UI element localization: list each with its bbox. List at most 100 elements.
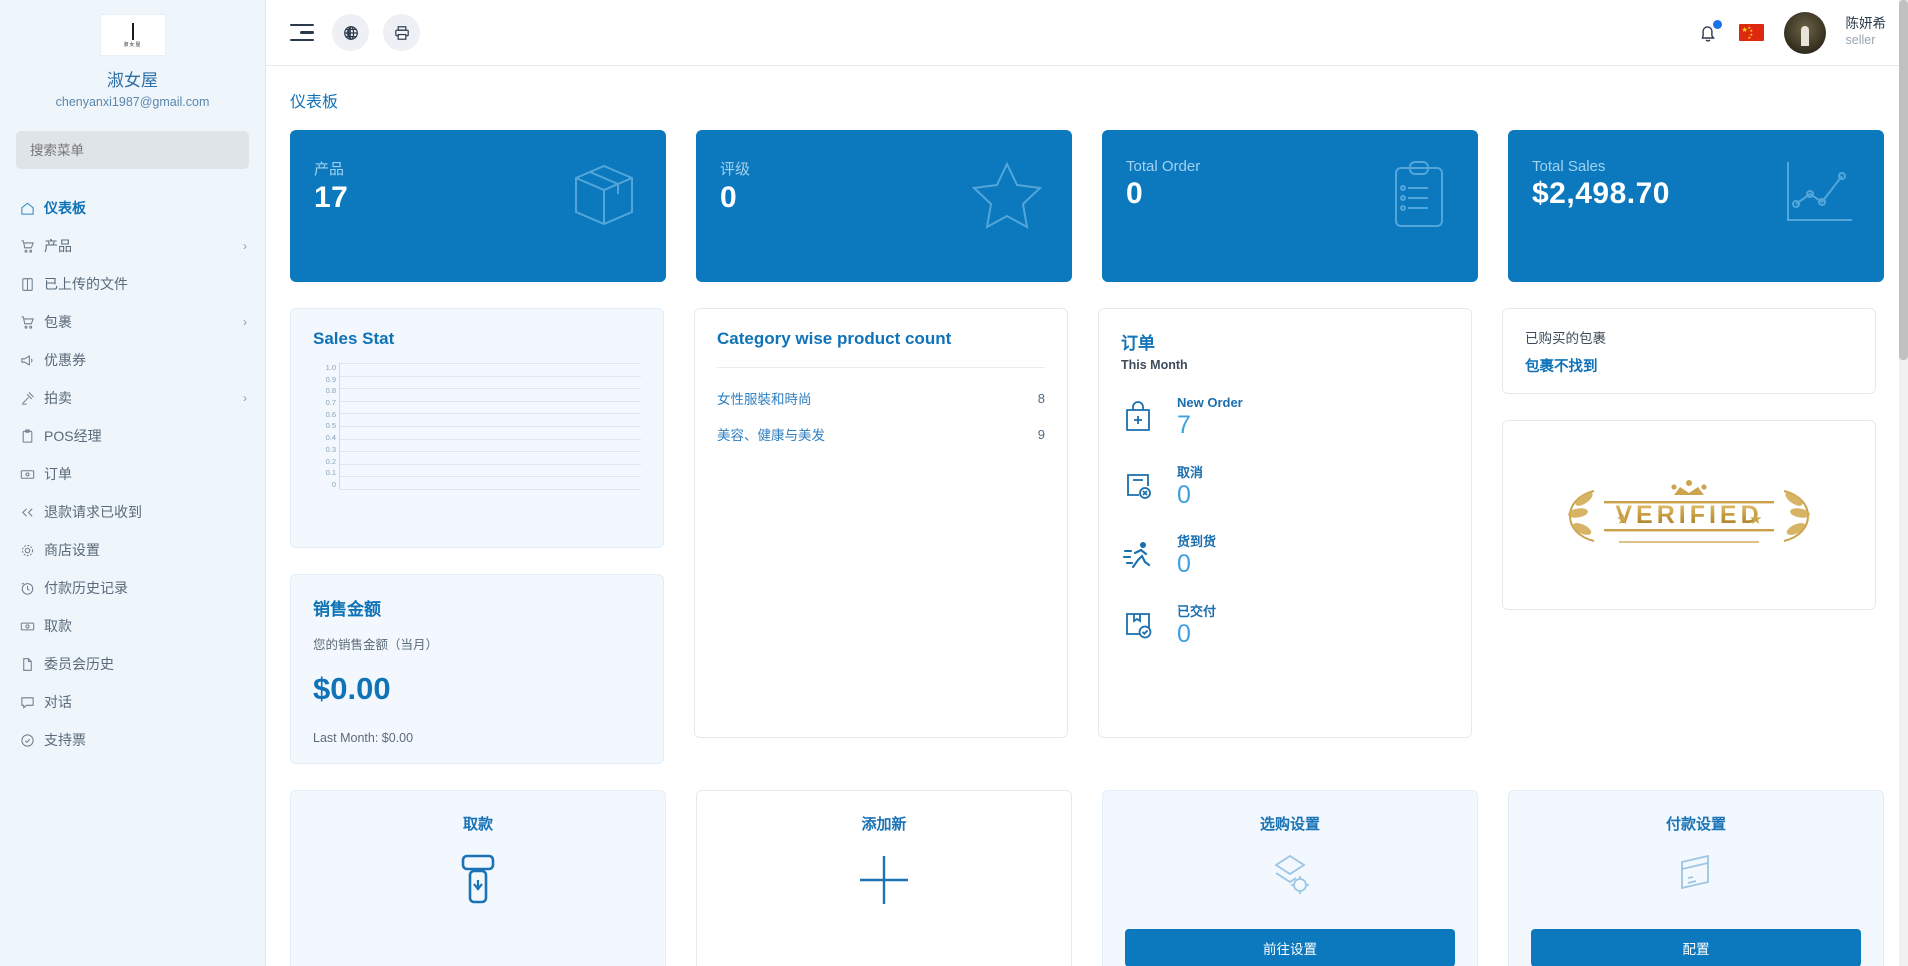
- order-stat-value: 0: [1177, 551, 1216, 579]
- order-stat-value: 0: [1177, 482, 1203, 510]
- home-icon: [20, 201, 35, 216]
- svg-text:★: ★: [1616, 511, 1629, 528]
- hamburger-icon[interactable]: [290, 24, 318, 42]
- category-list: 女性服裝和時尚8美容、健康与美发9: [717, 380, 1045, 452]
- bell-icon[interactable]: [1697, 22, 1719, 44]
- chart-y-tick: 0.1: [313, 468, 336, 477]
- stat-card-0[interactable]: 产品17: [290, 130, 666, 282]
- action-card-2[interactable]: 选购设置前往设置: [1102, 790, 1478, 966]
- action-card-0[interactable]: 取款: [290, 790, 666, 966]
- cancel-order-icon: [1121, 469, 1155, 501]
- globe-icon[interactable]: [332, 14, 369, 51]
- action-card-button[interactable]: 配置: [1531, 929, 1861, 966]
- sidebar-item-0[interactable]: 仪表板: [0, 189, 265, 227]
- category-count: 8: [1038, 391, 1045, 406]
- action-card-title: 选购设置: [1125, 813, 1455, 834]
- sidebar-item-label: 包裹: [44, 312, 234, 332]
- sidebar-item-4[interactable]: 优惠券: [0, 341, 265, 379]
- topbar-right: ★★★ ★★ 陈妍希 seller: [1697, 12, 1887, 54]
- sidebar-item-label: 优惠券: [44, 350, 247, 370]
- logo-sub-text: 淑女屋: [123, 41, 141, 48]
- sidebar-item-8[interactable]: 退款请求已收到: [0, 493, 265, 531]
- stat-card-2[interactable]: Total Order0: [1102, 130, 1478, 282]
- action-card-1[interactable]: 添加新: [696, 790, 1072, 966]
- orders-panel-title: 订单: [1121, 329, 1449, 354]
- china-flag-icon[interactable]: ★★★ ★★: [1739, 24, 1764, 41]
- stat-card-3[interactable]: Total Sales$2,498.70: [1508, 130, 1884, 282]
- sidebar-item-13[interactable]: 对话: [0, 683, 265, 721]
- sidebar-item-9[interactable]: 商店设置: [0, 531, 265, 569]
- scrollbar-thumb[interactable]: [1899, 0, 1908, 360]
- sidebar-item-5[interactable]: 拍卖›: [0, 379, 265, 417]
- order-stat-label: 取消: [1177, 465, 1203, 480]
- printer-icon[interactable]: [383, 14, 420, 51]
- page-scrollbar[interactable]: [1899, 0, 1908, 966]
- sidebar-item-11[interactable]: 取款: [0, 607, 265, 645]
- sidebar-item-14[interactable]: 支持票: [0, 721, 265, 759]
- orders-panel-subtitle: This Month: [1121, 358, 1449, 372]
- category-row[interactable]: 女性服裝和時尚8: [717, 380, 1045, 416]
- sidebar-item-label: 对话: [44, 692, 247, 712]
- gavel-icon: [20, 391, 35, 406]
- megaphone-icon: [20, 353, 35, 368]
- sidebar-item-label: 拍卖: [44, 388, 234, 408]
- file-icon: [20, 277, 35, 292]
- sidebar-item-label: 仪表板: [44, 198, 247, 218]
- chart-gridline: [340, 376, 641, 377]
- sales-stat-panel: Sales Stat 1.00.90.80.70.60.50.40.30.20.…: [290, 308, 664, 548]
- category-row[interactable]: 美容、健康与美发9: [717, 416, 1045, 452]
- cart-icon: [20, 239, 35, 254]
- sidebar-item-6[interactable]: POS经理: [0, 417, 265, 455]
- avatar[interactable]: [1784, 12, 1826, 54]
- sidebar-item-3[interactable]: 包裹 ›: [0, 303, 265, 341]
- order-stat-row[interactable]: 取消 0: [1121, 462, 1449, 510]
- sidebar-item-1[interactable]: 产品›: [0, 227, 265, 265]
- user-role: seller: [1846, 33, 1887, 49]
- chevron-right-icon: ›: [243, 316, 247, 328]
- star-icon: [970, 160, 1044, 230]
- sidebar-item-12[interactable]: 委员会历史: [0, 645, 265, 683]
- order-stat-row[interactable]: 已交付0: [1121, 601, 1449, 649]
- clipboard-list-icon: [1388, 160, 1450, 232]
- chart-plot-area: [339, 363, 641, 489]
- orders-icon: [20, 467, 35, 482]
- order-stat-row[interactable]: New Order7: [1121, 394, 1449, 440]
- action-card-title: 取款: [313, 813, 643, 834]
- sidebar-item-label: 退款请求已收到: [44, 502, 247, 522]
- sidebar-menu: 仪表板产品›已上传的文件包裹 › 优惠券拍卖›POS经理订单退款请求已收到商店设置付…: [0, 189, 265, 759]
- user-menu[interactable]: 陈妍希 seller: [1846, 16, 1887, 49]
- chart-y-tick: 0.6: [313, 410, 336, 419]
- shop-settings-icon: [1125, 852, 1455, 900]
- sales-amount-panel: 销售金额 您的销售金额（当月） $0.00 Last Month: $0.00: [290, 574, 664, 764]
- chart-gridline: [340, 401, 641, 402]
- action-card-button[interactable]: 前往设置: [1125, 929, 1455, 966]
- sidebar-search: [0, 131, 265, 169]
- chart-y-tick: 0.2: [313, 457, 336, 466]
- shop-email: chenyanxi1987@gmail.com: [0, 95, 265, 109]
- sales-amount-value: $0.00: [313, 671, 641, 707]
- search-input[interactable]: [16, 131, 249, 169]
- category-count: 9: [1038, 427, 1045, 442]
- sidebar-item-7[interactable]: 订单: [0, 455, 265, 493]
- action-card-3[interactable]: 付款设置配置: [1508, 790, 1884, 966]
- line-chart-icon: [1782, 160, 1856, 226]
- box-icon: [570, 160, 638, 230]
- svg-text:★: ★: [1749, 511, 1762, 528]
- cart-icon: [20, 315, 35, 330]
- sidebar-item-label: 委员会历史: [44, 654, 247, 674]
- sidebar-item-2[interactable]: 已上传的文件: [0, 265, 265, 303]
- chart-y-tick: 0.3: [313, 445, 336, 454]
- chart-gridline: [340, 439, 641, 440]
- sidebar-item-10[interactable]: 付款历史记录: [0, 569, 265, 607]
- user-name: 陈妍希: [1846, 16, 1887, 33]
- stat-card-1[interactable]: 评级0: [696, 130, 1072, 282]
- chart-gridline: [340, 476, 641, 477]
- sidebar-item-label: 支持票: [44, 730, 247, 750]
- doc-icon: [20, 657, 35, 672]
- chart-y-tick: 0.9: [313, 375, 336, 384]
- order-stat-row[interactable]: 货到货0: [1121, 531, 1449, 579]
- topbar: ★★★ ★★ 陈妍希 seller: [266, 0, 1908, 66]
- sales-stat-chart: 1.00.90.80.70.60.50.40.30.20.10: [313, 363, 641, 489]
- logo-mark: [132, 23, 134, 40]
- chart-y-tick: 0.8: [313, 386, 336, 395]
